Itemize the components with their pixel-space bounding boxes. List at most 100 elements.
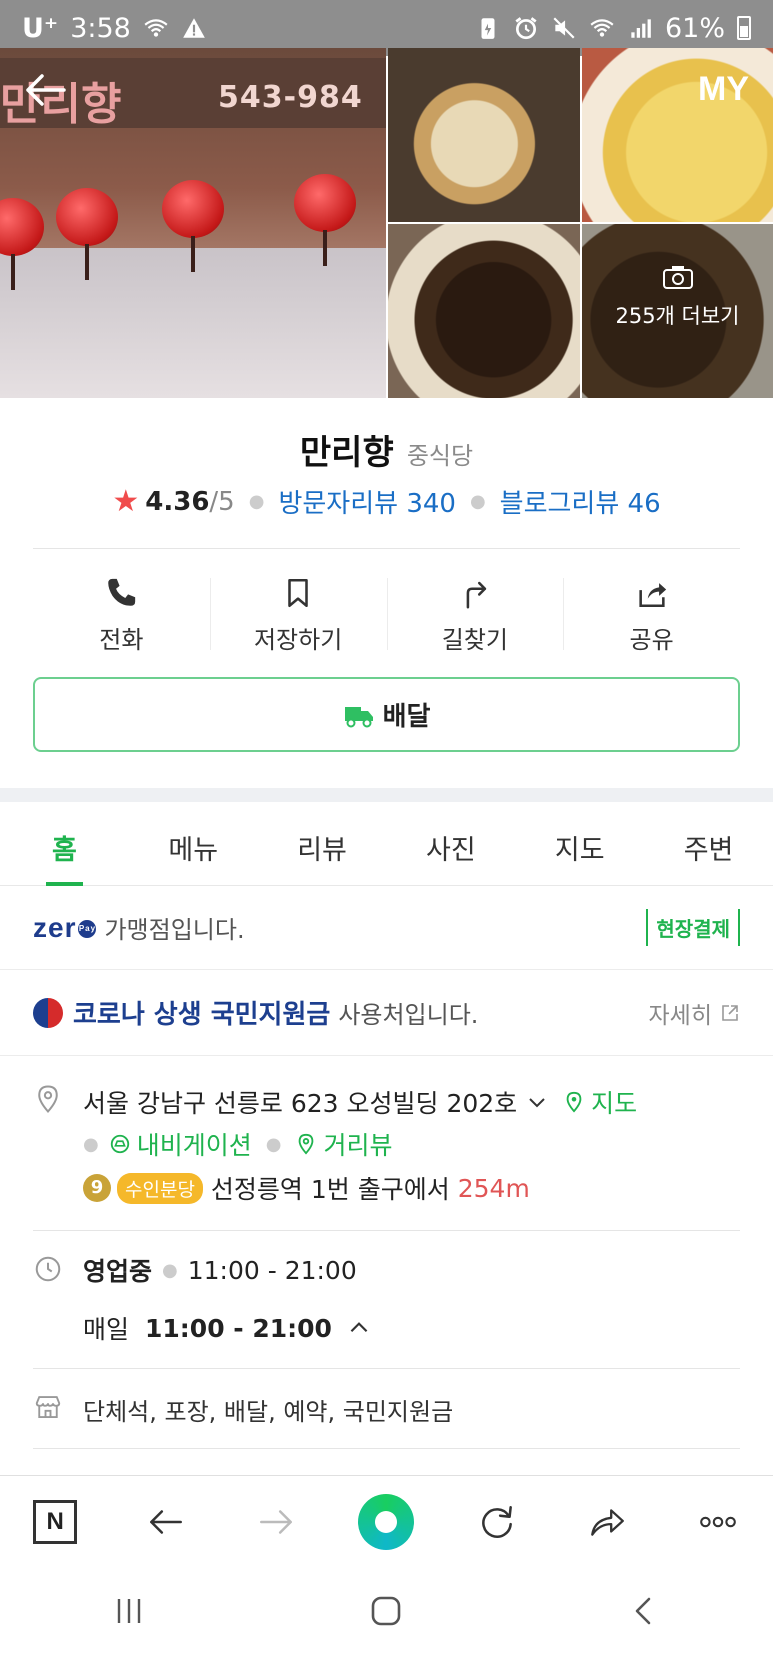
zeropay-logo-text: zer bbox=[33, 911, 77, 943]
mute-icon bbox=[553, 17, 575, 39]
recent-apps-button[interactable] bbox=[109, 1591, 149, 1635]
hours-summary[interactable]: 영업중 ● 11:00 - 21:00 bbox=[83, 1252, 357, 1288]
browser-toolbar: N bbox=[0, 1475, 773, 1567]
zeropay-text: 가맹점입니다. bbox=[104, 916, 245, 944]
rating-score: 4.36 bbox=[145, 486, 210, 517]
visitor-reviews-link[interactable]: 방문자리뷰 340 bbox=[278, 483, 456, 520]
zeropay-logo-badge: Pay bbox=[78, 920, 97, 939]
blog-reviews-link[interactable]: 블로그리뷰 46 bbox=[500, 483, 661, 520]
share-icon bbox=[639, 583, 666, 608]
place-title-row: 만리향 중식당 bbox=[0, 425, 773, 474]
naver-home-button[interactable]: N bbox=[25, 1492, 85, 1552]
battery-percent: 61% bbox=[664, 12, 725, 44]
back-arrow-icon[interactable] bbox=[22, 70, 68, 110]
subway-info: 9 수인분당 선정릉역 1번 출구에서 254m bbox=[83, 1170, 530, 1206]
rating-row: ★ 4.36 /5 ● 방문자리뷰 340 ● 블로그리뷰 46 bbox=[0, 483, 773, 520]
schedule-time: 11:00 - 21:00 bbox=[145, 1313, 332, 1343]
separator-dot: ● bbox=[162, 1259, 178, 1281]
tab-bar: 홈 메뉴 리뷰 사진 지도 주변 bbox=[0, 802, 773, 886]
external-link-icon bbox=[722, 1004, 738, 1021]
directions-button[interactable]: 길찾기 bbox=[386, 570, 564, 655]
system-nav-bar bbox=[0, 1567, 773, 1658]
hours-schedule[interactable]: 매일 11:00 - 21:00 bbox=[83, 1310, 372, 1346]
zeropay-logo: zer Pay bbox=[33, 911, 97, 944]
bookmark-icon bbox=[288, 578, 308, 608]
lantern-decoration bbox=[56, 188, 118, 280]
tab-reviews[interactable]: 리뷰 bbox=[258, 802, 387, 885]
detail-link[interactable]: 자세히 bbox=[649, 996, 740, 1030]
refresh-button[interactable] bbox=[467, 1492, 527, 1552]
lantern-decoration bbox=[162, 180, 224, 272]
back-button[interactable] bbox=[136, 1492, 196, 1552]
forward-icon bbox=[260, 1509, 293, 1534]
phone-icon bbox=[108, 578, 136, 606]
share-arrow-icon bbox=[591, 1508, 625, 1536]
save-button[interactable]: 저장하기 bbox=[209, 570, 387, 655]
station-text: 선정릉역 1번 출구에서 bbox=[210, 1175, 450, 1204]
amenities-text: 단체석, 포장, 배달, 예약, 국민지원금 bbox=[83, 1398, 454, 1426]
clock: 3:58 bbox=[70, 12, 131, 44]
map-pin-icon bbox=[566, 1091, 582, 1113]
recent-apps-icon bbox=[117, 1598, 141, 1623]
station-distance: 254m bbox=[457, 1173, 530, 1203]
save-label: 저장하기 bbox=[253, 626, 343, 654]
food-photo[interactable] bbox=[388, 224, 580, 398]
star-icon: ★ bbox=[112, 484, 140, 519]
tab-home[interactable]: 홈 bbox=[0, 802, 129, 886]
green-dot-button[interactable] bbox=[356, 1492, 416, 1552]
camera-icon bbox=[662, 266, 693, 289]
divider bbox=[33, 1230, 740, 1231]
navigation-link[interactable]: 내비게이션 bbox=[137, 1126, 252, 1162]
address-text: 서울 강남구 선릉로 623 오성빌딩 202호 bbox=[83, 1089, 518, 1118]
food-photo[interactable] bbox=[388, 48, 580, 222]
divider bbox=[33, 1368, 740, 1369]
chevron-down-icon[interactable] bbox=[525, 1090, 549, 1114]
carrier-label: U⁺ bbox=[22, 12, 59, 44]
directions-label: 길찾기 bbox=[441, 626, 508, 654]
forward-button[interactable] bbox=[246, 1492, 306, 1552]
store-icon bbox=[35, 1396, 61, 1418]
warning-icon bbox=[182, 18, 205, 38]
action-bar: 전화 저장하기 길찾기 공유 bbox=[33, 570, 740, 655]
share-page-button[interactable] bbox=[577, 1492, 637, 1552]
photo-gallery[interactable]: 만리향 543-984 255개 더보기 bbox=[0, 48, 773, 398]
today-hours: 11:00 - 21:00 bbox=[187, 1255, 357, 1285]
tab-nearby[interactable]: 주변 bbox=[644, 802, 773, 885]
map-link[interactable]: 지도 bbox=[591, 1084, 637, 1120]
chevron-up-icon[interactable] bbox=[346, 1315, 372, 1341]
section-separator bbox=[0, 788, 773, 802]
naver-n-icon: N bbox=[33, 1499, 78, 1544]
home-icon bbox=[372, 1596, 401, 1625]
back-icon bbox=[149, 1509, 182, 1534]
place-category: 중식당 bbox=[406, 442, 474, 470]
wifi-icon bbox=[144, 19, 168, 37]
korea-emblem-icon bbox=[33, 997, 63, 1028]
call-button[interactable]: 전화 bbox=[33, 570, 210, 655]
tab-menu[interactable]: 메뉴 bbox=[129, 802, 258, 885]
lantern-decoration bbox=[294, 174, 356, 266]
home-button[interactable] bbox=[366, 1591, 406, 1635]
system-back-button[interactable] bbox=[624, 1591, 664, 1635]
more-photos-button[interactable]: 255개 더보기 bbox=[582, 264, 773, 330]
more-options-button[interactable] bbox=[688, 1492, 748, 1552]
corona-support-row: 코로나 상생 국민지원금 사용처입니다. 자세히 bbox=[0, 970, 773, 1056]
separator-dot: ● bbox=[83, 1133, 99, 1155]
address-links: ● 내비게이션 ● 거리뷰 bbox=[83, 1126, 392, 1162]
directions-icon bbox=[466, 581, 487, 609]
battery-saver-icon bbox=[481, 18, 495, 39]
share-button[interactable]: 공유 bbox=[563, 570, 740, 655]
refresh-icon bbox=[482, 1505, 512, 1538]
my-button[interactable]: MY bbox=[698, 70, 749, 109]
separator-dot: ● bbox=[469, 491, 486, 512]
wifi-signal-icon bbox=[590, 19, 614, 37]
street-view-link[interactable]: 거리뷰 bbox=[323, 1126, 392, 1162]
rating-max: /5 bbox=[209, 486, 235, 517]
delivery-button[interactable]: 배달 bbox=[33, 677, 740, 752]
zeropay-row: zer Pay 가맹점입니다. 현장결제 bbox=[0, 886, 773, 970]
divider bbox=[33, 548, 740, 549]
green-dot-icon bbox=[358, 1493, 415, 1550]
chevron-left-icon bbox=[635, 1597, 651, 1624]
call-label: 전화 bbox=[99, 626, 144, 654]
tab-photos[interactable]: 사진 bbox=[386, 802, 515, 885]
tab-map[interactable]: 지도 bbox=[515, 802, 644, 885]
